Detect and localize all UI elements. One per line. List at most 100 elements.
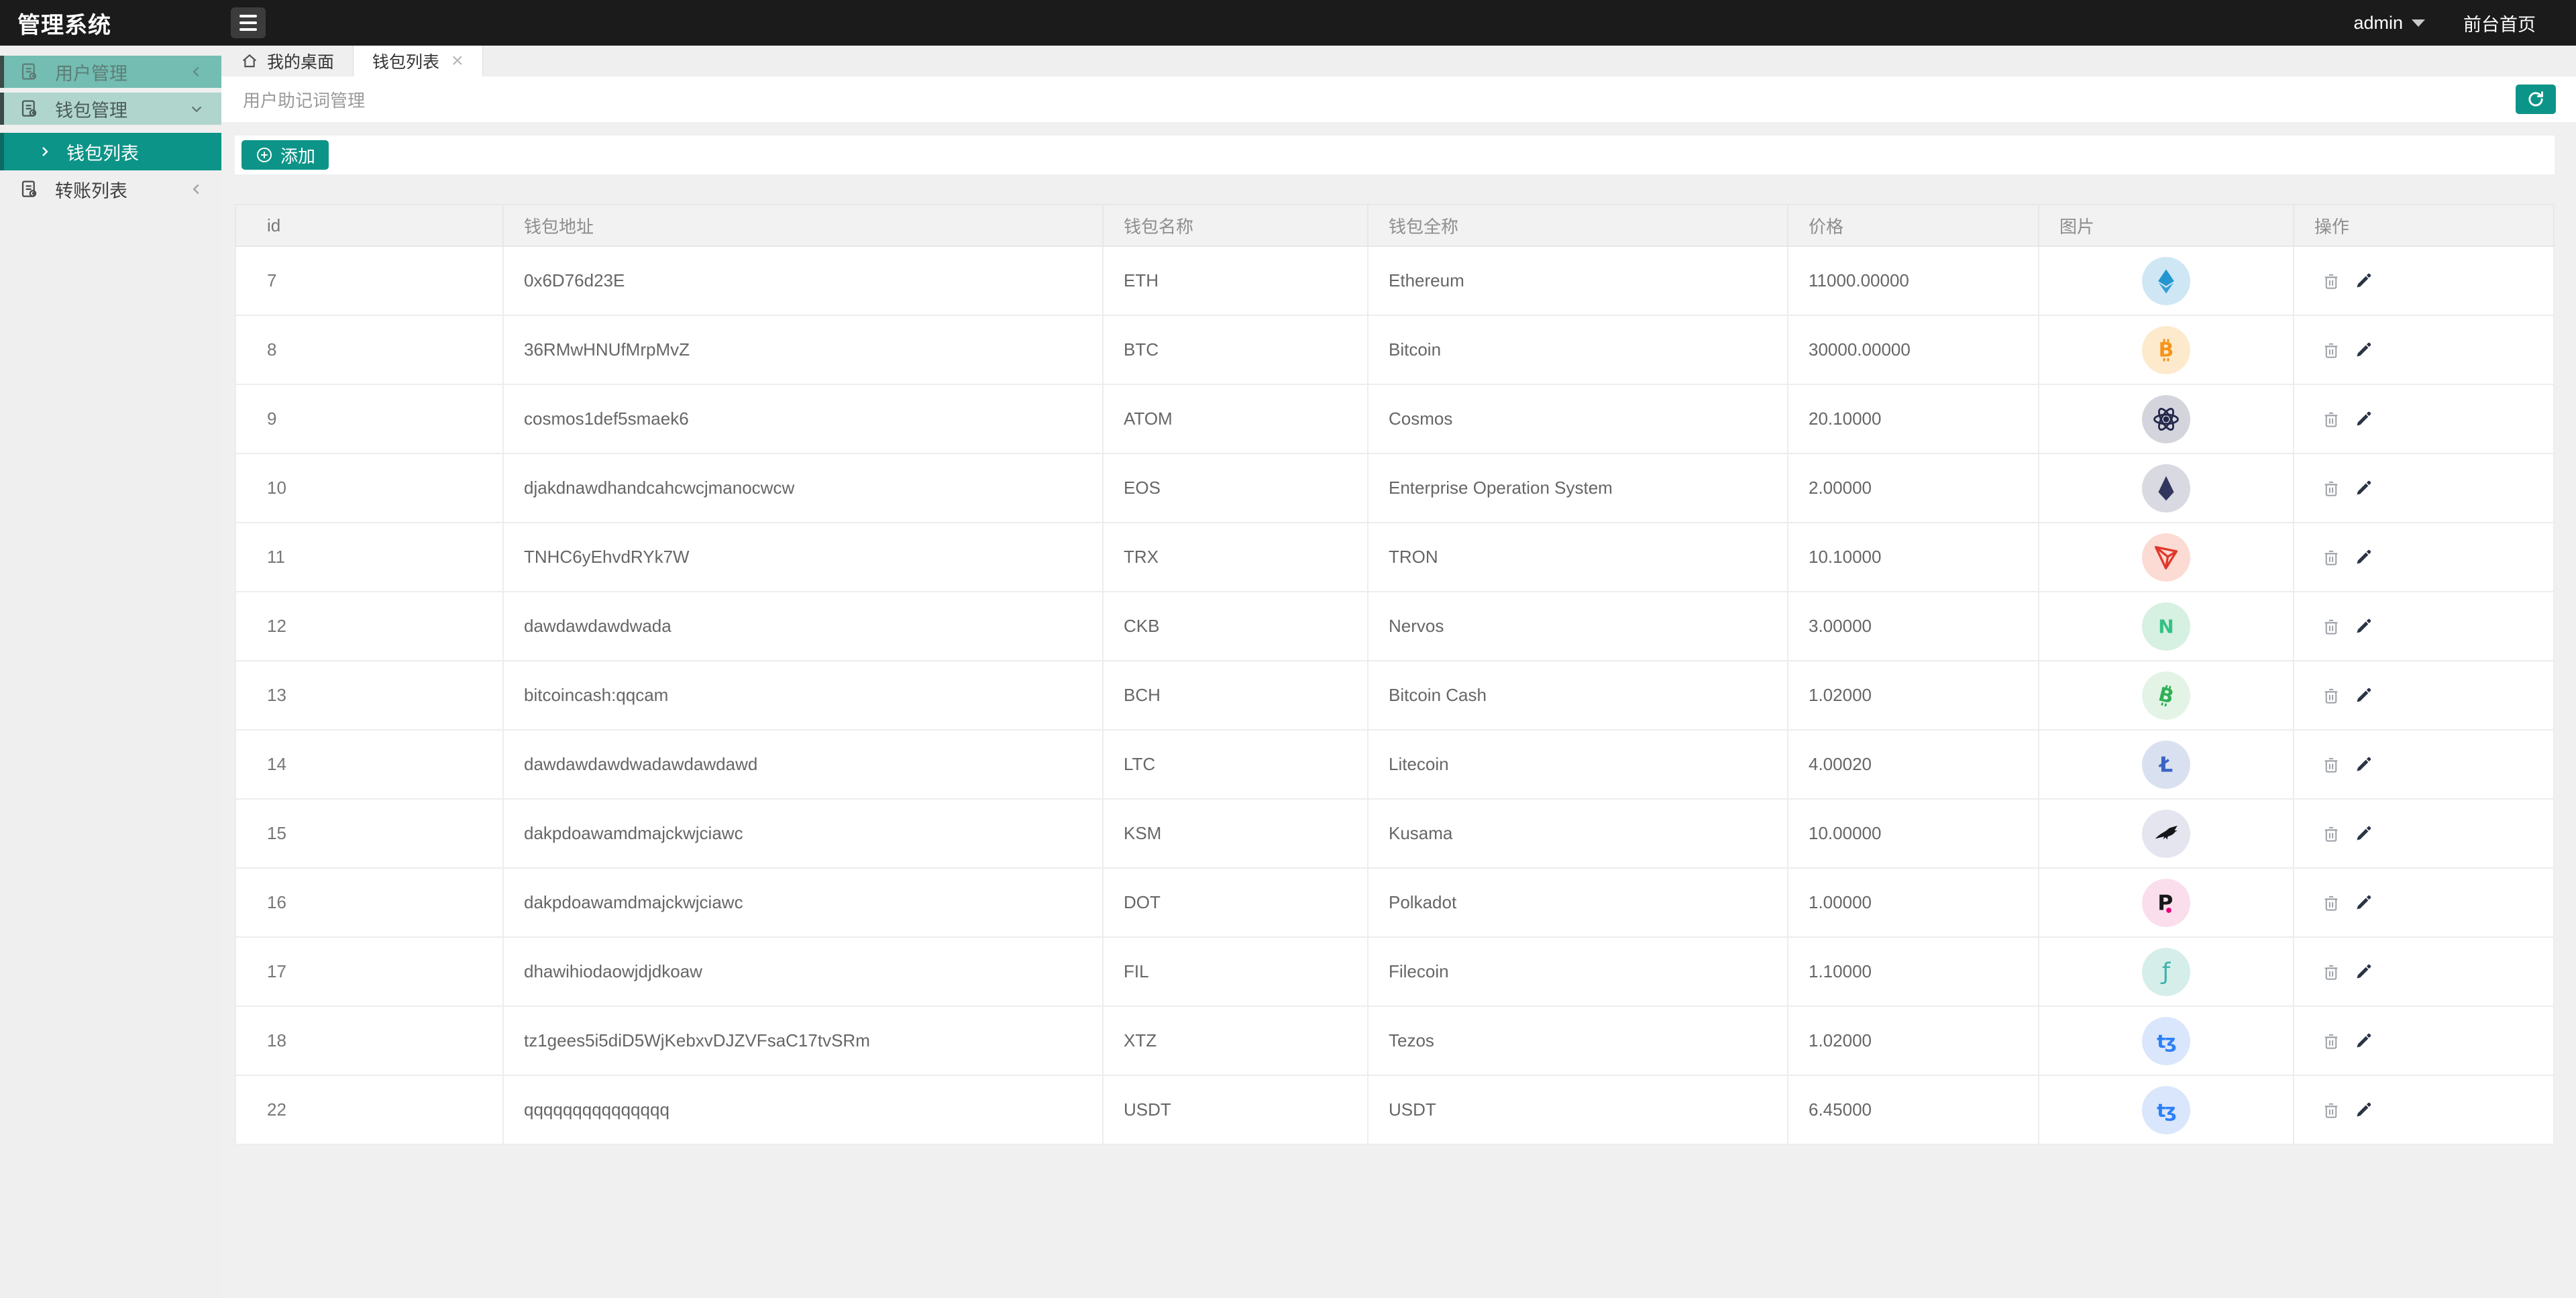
cell-fullname: Polkadot <box>1367 867 1788 938</box>
row-actions <box>2321 271 2553 291</box>
edit-button[interactable] <box>2353 547 2373 567</box>
cell-name: USDT <box>1102 1075 1368 1145</box>
column-header-address: 钱包地址 <box>502 204 1104 247</box>
cell-image: tʒ <box>2038 1006 2294 1076</box>
edit-button[interactable] <box>2353 755 2373 775</box>
row-actions <box>2321 686 2553 706</box>
delete-button[interactable] <box>2321 1031 2341 1051</box>
cell-price: 1.00000 <box>1787 867 2039 938</box>
table-row: 13 bitcoincash:qqcam BCH Bitcoin Cash 1.0200… <box>235 660 2555 731</box>
cell-address: dhawihiodaowjdjdkoaw <box>502 936 1104 1007</box>
sidebar-item-transfer-list[interactable]: 转账列表 <box>0 173 221 205</box>
column-header-actions: 操作 <box>2293 204 2555 247</box>
atom-icon <box>2142 394 2190 443</box>
pencil-icon <box>2357 964 2371 978</box>
table-row: 11 TNHC6yEhvdRYk7W TRX TRON 10.10000 <box>235 522 2555 592</box>
xtz-icon: tʒ <box>2142 1085 2190 1134</box>
tab-my-desktop[interactable]: 我的桌面 <box>221 46 354 76</box>
sidebar-item-user-management[interactable]: 用户管理 <box>0 56 221 88</box>
refresh-button[interactable] <box>2516 85 2556 114</box>
eth-icon <box>2142 256 2190 305</box>
edit-button[interactable] <box>2353 962 2373 982</box>
menu-toggle-button[interactable] <box>231 7 266 38</box>
trash-icon <box>2324 757 2338 773</box>
xtz-icon: tʒ <box>2142 1016 2190 1065</box>
tab-wallet-list[interactable]: 钱包列表 × <box>354 46 483 76</box>
cell-id: 15 <box>235 798 504 869</box>
edit-button[interactable] <box>2353 340 2373 360</box>
cell-fullname: Litecoin <box>1367 729 1788 800</box>
cell-address: dakpdoawamdmajckwjciawc <box>502 867 1104 938</box>
add-button[interactable]: 添加 <box>241 140 329 170</box>
user-menu[interactable]: admin <box>2353 13 2426 34</box>
delete-button[interactable] <box>2321 755 2341 775</box>
cell-address: tz1gees5i5diD5WjKebxvDJZVFsaC17tvSRm <box>502 1006 1104 1076</box>
trash-icon <box>2324 481 2338 496</box>
delete-button[interactable] <box>2321 616 2341 637</box>
front-home-link[interactable]: 前台首页 <box>2463 10 2536 36</box>
cell-image: Ł <box>2038 729 2294 800</box>
edit-button[interactable] <box>2353 271 2373 291</box>
sidebar-item-wallet-management[interactable]: 钱包管理 <box>0 93 221 125</box>
sidebar-item-wallet-list-active[interactable]: 钱包列表 <box>0 133 221 170</box>
delete-button[interactable] <box>2321 409 2341 429</box>
cell-price: 2.00000 <box>1787 453 2039 523</box>
pencil-icon <box>2357 1102 2371 1116</box>
row-actions <box>2321 409 2553 429</box>
edit-button[interactable] <box>2353 893 2373 913</box>
cell-address: 0x6D76d23E <box>502 246 1104 316</box>
cell-id: 9 <box>235 384 504 454</box>
cell-actions <box>2293 1075 2555 1145</box>
cell-price: 6.45000 <box>1787 1075 2039 1145</box>
plus-circle-icon <box>256 147 272 163</box>
pencil-icon <box>2357 618 2371 633</box>
cell-image: B <box>2038 315 2294 385</box>
edit-button[interactable] <box>2353 1031 2373 1051</box>
delete-button[interactable] <box>2321 547 2341 567</box>
table-header-row: id 钱包地址 钱包名称 钱包全称 价格 图片 操作 <box>235 204 2555 247</box>
svg-text:tʒ: tʒ <box>2157 1099 2176 1121</box>
username: admin <box>2353 12 2403 33</box>
trash-icon <box>2324 1103 2338 1118</box>
tab-bar: 我的桌面 钱包列表 × <box>221 46 2576 76</box>
cell-fullname: TRON <box>1367 522 1788 592</box>
edit-button[interactable] <box>2353 616 2373 637</box>
table-row: 18 tz1gees5i5diD5WjKebxvDJZVFsaC17tvSRm XT… <box>235 1006 2555 1076</box>
table-row: 16 dakpdoawamdmajckwjciawc DOT Polkadot 1.00… <box>235 867 2555 938</box>
delete-button[interactable] <box>2321 824 2341 844</box>
cell-actions <box>2293 522 2555 592</box>
edit-button[interactable] <box>2353 409 2373 429</box>
table-row: 7 0x6D76d23E ETH Ethereum 11000.00000 <box>235 246 2555 316</box>
trash-icon <box>2324 896 2338 911</box>
delete-button[interactable] <box>2321 478 2341 498</box>
tab-label: 钱包列表 <box>372 53 440 72</box>
pencil-icon <box>2357 826 2371 840</box>
cell-address: bitcoincash:qqcam <box>502 660 1104 731</box>
delete-button[interactable] <box>2321 686 2341 706</box>
cell-image <box>2038 798 2294 869</box>
delete-button[interactable] <box>2321 893 2341 913</box>
trx-icon <box>2142 533 2190 582</box>
row-actions <box>2321 478 2553 498</box>
tab-close-icon[interactable]: × <box>451 51 464 71</box>
edit-button[interactable] <box>2353 824 2373 844</box>
column-header-price: 价格 <box>1787 204 2039 247</box>
cell-image <box>2038 246 2294 316</box>
document-icon <box>21 63 37 80</box>
trash-icon <box>2324 343 2338 358</box>
cell-fullname: Nervos <box>1367 591 1788 661</box>
tab-label: 我的桌面 <box>267 53 335 72</box>
edit-button[interactable] <box>2353 478 2373 498</box>
cell-name: XTZ <box>1102 1006 1368 1076</box>
cell-actions <box>2293 1006 2555 1076</box>
delete-button[interactable] <box>2321 1100 2341 1120</box>
edit-button[interactable] <box>2353 1100 2373 1120</box>
table-toolbar: 添加 <box>235 136 2555 174</box>
delete-button[interactable] <box>2321 340 2341 360</box>
main-content: 我的桌面 钱包列表 × 用户助记词管理 添加 id 钱包地址 钱包名称 钱包全称… <box>221 46 2576 1298</box>
edit-button[interactable] <box>2353 686 2373 706</box>
row-actions <box>2321 616 2553 637</box>
delete-button[interactable] <box>2321 271 2341 291</box>
delete-button[interactable] <box>2321 962 2341 982</box>
svg-text:tʒ: tʒ <box>2157 1030 2176 1052</box>
